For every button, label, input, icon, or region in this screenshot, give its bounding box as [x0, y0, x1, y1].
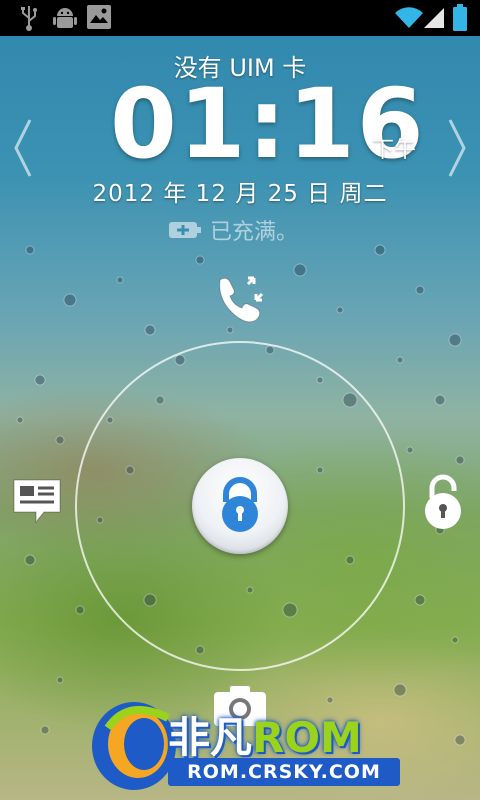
- chevron-right-icon[interactable]: [446, 118, 468, 178]
- watermark-brand: 非凡ROM: [168, 704, 362, 765]
- lock-icon: [222, 477, 258, 532]
- watermark-url: ROM.CRSKY.COM: [168, 758, 400, 786]
- gallery-notification-icon: [87, 5, 111, 29]
- signal-icon: [424, 8, 444, 28]
- clock-ampm: 下午: [372, 138, 417, 163]
- phone-icon[interactable]: [212, 274, 268, 324]
- charge-status-label: 已充满。: [210, 220, 299, 245]
- status-bar: [0, 0, 480, 36]
- charging-plug-icon: [169, 222, 201, 238]
- usb-icon: [21, 6, 37, 31]
- chevron-left-icon[interactable]: [12, 118, 34, 178]
- unlock-icon[interactable]: [422, 474, 464, 530]
- date-label: 2012 年 12 月 25 日 周二: [92, 181, 388, 207]
- watermark-brand-prefix: 非凡: [168, 713, 253, 762]
- wifi-icon: [395, 7, 423, 29]
- watermark-brand-suffix: ROM: [252, 713, 362, 762]
- lock-handle-button[interactable]: [192, 458, 288, 554]
- charge-status: 已充满。: [168, 214, 298, 246]
- battery-icon: [453, 4, 467, 31]
- android-debug-icon: [53, 8, 77, 28]
- message-icon[interactable]: [12, 478, 62, 526]
